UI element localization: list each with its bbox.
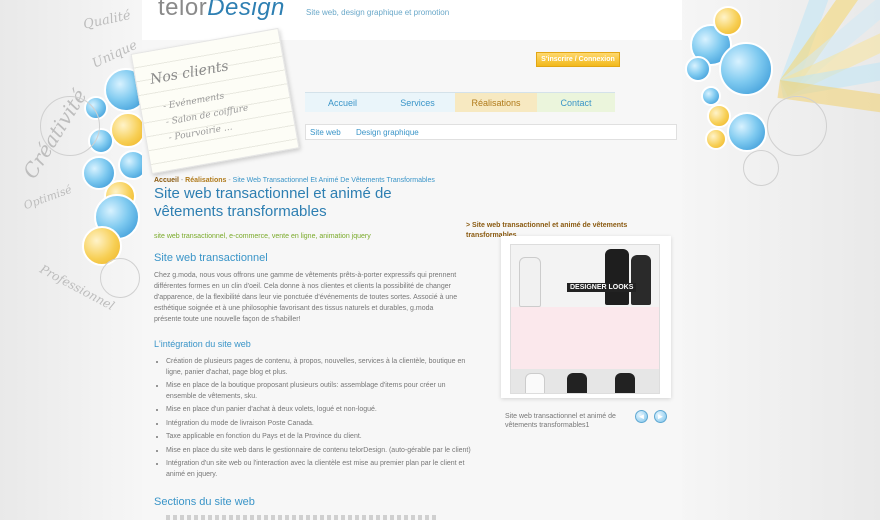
bubble-outline-icon: [767, 96, 827, 156]
image-brand-text: DESIGNER LOOKS: [567, 283, 637, 292]
model-figure-icon: [615, 373, 635, 393]
image-content-area: [511, 307, 659, 369]
section-title: L'intégration du site web: [154, 339, 251, 349]
list-item: Mise en place de la boutique proposant p…: [166, 381, 476, 402]
prev-arrow-icon[interactable]: ◄: [635, 410, 648, 423]
model-figure-icon: [525, 373, 545, 393]
subnav-site-web[interactable]: Site web: [310, 128, 341, 137]
bubble-icon: [685, 56, 711, 82]
breadcrumb-separator: -: [228, 177, 231, 184]
bubble-outline-icon: [100, 258, 140, 298]
model-figure-icon: [567, 373, 587, 393]
breadcrumb: Accueil - Réalisations - Site Web Transa…: [154, 177, 435, 184]
page: Qualité Unique Créativité Optimisé Profe…: [0, 0, 880, 520]
bubble-icon: [719, 42, 773, 96]
bubble-icon: [705, 128, 727, 150]
tab-accueil[interactable]: Accueil: [305, 92, 380, 112]
list-item: Mise en place d'un panier d'achat à deux…: [166, 405, 476, 416]
section-title: Site web transactionnel: [154, 252, 268, 264]
gallery-image[interactable]: DESIGNER LOOKS: [510, 244, 660, 394]
site-logo[interactable]: telorDesign: [158, 0, 285, 22]
bubble-icon: [727, 112, 767, 152]
bubble-outline-icon: [40, 96, 100, 156]
next-arrow-icon[interactable]: ►: [654, 410, 667, 423]
right-decoration: [675, 0, 880, 520]
logo-accent-text: Design: [207, 0, 285, 21]
section-title: Sections du site web: [154, 496, 255, 508]
gallery-caption: Site web transactionnel et animé de vête…: [505, 413, 616, 429]
subnav-design-graphique[interactable]: Design graphique: [356, 128, 419, 137]
tab-contact[interactable]: Contact: [537, 92, 615, 112]
tab-realisations[interactable]: Réalisations: [455, 92, 537, 112]
list-item: Taxe applicable en fonction du Pays et d…: [166, 432, 476, 443]
list-item: Intégration d'un site web ou l'interacti…: [166, 459, 476, 480]
signin-button[interactable]: S'inscrire / Connexion: [536, 52, 620, 67]
breadcrumb-section[interactable]: Réalisations: [185, 177, 226, 184]
bubble-icon: [701, 86, 721, 106]
main-nav: Accueil Services Réalisations Contact: [305, 92, 615, 112]
cut-off-text: [166, 515, 436, 520]
bubble-icon: [713, 6, 743, 36]
list-item: Intégration du mode de livraison Poste C…: [166, 419, 476, 430]
note-title: Nos clients: [148, 58, 230, 88]
model-figure-icon: [631, 255, 651, 305]
clients-note: Nos clients - Evénements - Salon de coif…: [130, 27, 300, 175]
feature-list: Création de plusieurs pages de contenu, …: [154, 357, 476, 483]
decor-word-optimise: Optimisé: [22, 182, 74, 213]
tag-list: site web transactionnel, e-commerce, ven…: [154, 233, 371, 240]
list-item: Mise en place du site web dans le gestio…: [166, 446, 476, 457]
breadcrumb-current: Site Web Transactionnel Et Animé De Vête…: [232, 177, 435, 184]
list-item: Création de plusieurs pages de contenu, …: [166, 357, 476, 378]
breadcrumb-separator: -: [180, 177, 184, 184]
bubble-icon: [110, 112, 146, 148]
model-figure-icon: [605, 249, 629, 305]
sub-nav: Site web Design graphique: [305, 124, 677, 140]
site-tagline: Site web, design graphique et promotion: [306, 8, 450, 17]
bubble-outline-icon: [743, 150, 779, 186]
logo-text: telor: [158, 0, 208, 21]
tab-services[interactable]: Services: [380, 92, 455, 112]
decor-word-qualite: Qualité: [82, 8, 133, 33]
page-title: Site web transactionnel et animé de vête…: [154, 185, 392, 220]
section-paragraph: Chez g.moda, nous vous offrons une gamme…: [154, 272, 458, 323]
model-figure-icon: [519, 257, 541, 307]
left-decoration: Qualité Unique Créativité Optimisé Profe…: [0, 0, 150, 520]
breadcrumb-home[interactable]: Accueil: [154, 177, 179, 184]
